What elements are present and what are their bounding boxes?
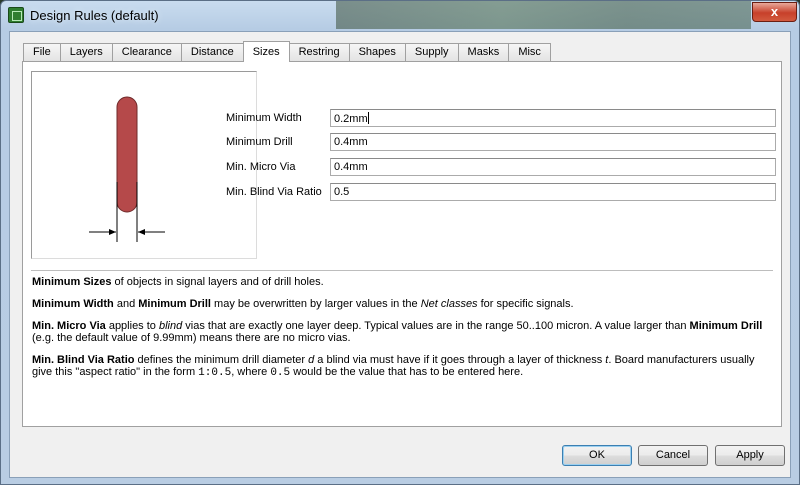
min-micro-via-label: Min. Micro Via bbox=[226, 161, 296, 173]
help-code: 0.5 bbox=[270, 367, 291, 379]
text-caret bbox=[367, 112, 369, 124]
help-text-run: applies to bbox=[105, 320, 159, 332]
arrowhead-left bbox=[109, 229, 116, 235]
app-icon bbox=[8, 7, 24, 23]
arrowhead-right bbox=[138, 229, 145, 235]
minimum-drill-input[interactable]: 0.4mm bbox=[330, 133, 776, 151]
apply-button[interactable]: Apply bbox=[715, 445, 785, 466]
help-text-run: (e.g. the default value of 9.99mm) means… bbox=[32, 332, 351, 344]
tab-clearance[interactable]: Clearance bbox=[111, 43, 182, 62]
help-paragraph-width-drill: Minimum Width and Minimum Drill may be o… bbox=[32, 298, 772, 310]
title-bar[interactable]: Design Rules (default) x bbox=[1, 1, 799, 31]
help-text-run: a blind via must have if it goes through… bbox=[314, 354, 606, 366]
tab-layers[interactable]: Layers bbox=[59, 43, 113, 62]
help-text-run: , where bbox=[231, 366, 271, 378]
help-text-run: for specific signals. bbox=[477, 298, 574, 310]
help-text-run: of objects in signal layers and of drill… bbox=[111, 276, 324, 288]
help-term: Min. Micro Via bbox=[32, 320, 106, 332]
tab-distance[interactable]: Distance bbox=[180, 43, 244, 62]
trace-shape bbox=[116, 96, 138, 213]
min-blind-via-ratio-label: Min. Blind Via Ratio bbox=[226, 186, 322, 198]
help-term: Minimum Sizes bbox=[32, 276, 112, 288]
size-preview-diagram bbox=[31, 71, 257, 259]
tab-restring[interactable]: Restring bbox=[288, 43, 350, 62]
help-text-run: defines the minimum drill diameter bbox=[134, 354, 309, 366]
tab-supply[interactable]: Supply bbox=[404, 43, 459, 62]
cancel-button[interactable]: Cancel bbox=[638, 445, 708, 466]
minimum-width-input[interactable]: 0.2mm bbox=[330, 109, 776, 127]
help-text-run: may be overwritten by larger values in t… bbox=[210, 298, 421, 310]
help-term: Minimum Drill bbox=[138, 298, 211, 310]
help-text: Minimum Sizes of objects in signal layer… bbox=[32, 276, 772, 389]
tab-file[interactable]: File bbox=[23, 43, 61, 62]
ok-button[interactable]: OK bbox=[562, 445, 632, 466]
dialog-client-area: File Layers Clearance Distance Sizes Res… bbox=[9, 31, 791, 478]
help-code: 1:0.5 bbox=[198, 367, 232, 379]
window-title: Design Rules (default) bbox=[30, 8, 159, 23]
help-emphasis: blind bbox=[158, 320, 183, 332]
help-text-run: vias that are exactly one layer deep. Ty… bbox=[182, 320, 690, 332]
help-emphasis: Net classes bbox=[420, 298, 478, 310]
minimum-width-label: Minimum Width bbox=[226, 112, 302, 124]
help-text-run: would be the value that has to be entere… bbox=[290, 366, 524, 378]
preview-svg bbox=[89, 96, 165, 242]
tab-misc[interactable]: Misc bbox=[508, 43, 551, 62]
min-blind-via-ratio-value: 0.5 bbox=[334, 186, 350, 198]
help-term: Minimum Drill bbox=[689, 320, 763, 332]
min-micro-via-input[interactable]: 0.4mm bbox=[330, 158, 776, 176]
tab-masks[interactable]: Masks bbox=[457, 43, 510, 62]
help-paragraph-blind-via: Min. Blind Via Ratio defines the minimum… bbox=[32, 354, 772, 379]
sizes-panel: Minimum Width 0.2mm Minimum Drill 0.4mm … bbox=[22, 61, 782, 427]
separator bbox=[31, 270, 773, 271]
min-micro-via-value: 0.4mm bbox=[334, 161, 368, 173]
help-paragraph-micro-via: Min. Micro Via applies to blind vias tha… bbox=[32, 320, 772, 344]
close-button[interactable]: x bbox=[752, 2, 797, 22]
background-board-strip bbox=[336, 1, 751, 29]
minimum-drill-value: 0.4mm bbox=[334, 136, 368, 148]
design-rules-window: Design Rules (default) x File Layers Cle… bbox=[0, 0, 800, 485]
help-term: Minimum Width bbox=[32, 298, 114, 310]
tab-sizes[interactable]: Sizes bbox=[242, 41, 290, 62]
help-text-run: and bbox=[113, 298, 139, 310]
minimum-width-value: 0.2mm bbox=[334, 113, 368, 125]
help-term: Min. Blind Via Ratio bbox=[32, 354, 135, 366]
minimum-drill-label: Minimum Drill bbox=[226, 136, 293, 148]
tab-shapes[interactable]: Shapes bbox=[348, 43, 406, 62]
min-blind-via-ratio-input[interactable]: 0.5 bbox=[330, 183, 776, 201]
help-paragraph-sizes: Minimum Sizes of objects in signal layer… bbox=[32, 276, 772, 288]
tab-bar: File Layers Clearance Distance Sizes Res… bbox=[23, 41, 551, 62]
